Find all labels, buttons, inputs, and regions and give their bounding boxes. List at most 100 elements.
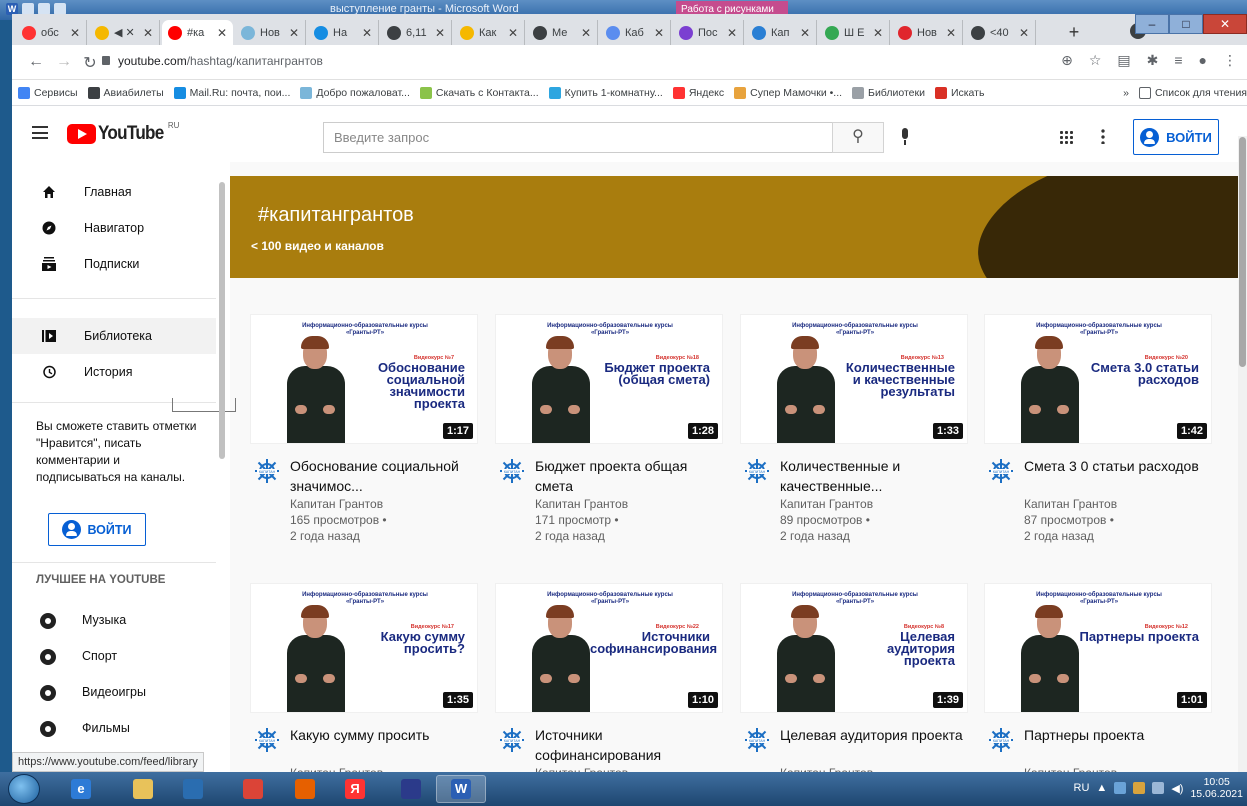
display-icon[interactable] [1152, 782, 1165, 794]
tab-close-icon[interactable]: ✕ [654, 26, 664, 40]
video-title[interactable]: Партнеры проекта [1024, 725, 1212, 765]
channel-name[interactable]: Капитан Грантов [1024, 765, 1212, 772]
chrome-menu-icon[interactable]: ⋮ [1223, 52, 1237, 69]
taskbar-item[interactable] [228, 775, 278, 803]
apps-grid-icon[interactable] [1059, 130, 1073, 144]
channel-helm-icon[interactable]: КАПИТАН [744, 727, 769, 752]
microphone-icon[interactable] [900, 128, 910, 146]
taskbar-item[interactable] [118, 775, 168, 803]
browser-tab[interactable]: <40 ✕ [965, 20, 1036, 45]
tab-close-icon[interactable]: ✕ [1019, 26, 1029, 40]
search-input[interactable]: Введите запрос [323, 122, 833, 153]
browser-tab[interactable]: Нов ✕ [235, 20, 306, 45]
profile-icon[interactable]: ● [1199, 52, 1207, 69]
browser-tab[interactable]: Каб ✕ [600, 20, 671, 45]
browser-tab[interactable]: Ме ✕ [527, 20, 598, 45]
channel-helm-icon[interactable]: КАПИТАН [499, 458, 524, 483]
video-thumbnail[interactable]: Информационно-образовательные курсы «Гра… [495, 314, 723, 444]
more-vertical-icon[interactable] [1101, 128, 1105, 144]
lock-icon[interactable] [102, 56, 110, 65]
channel-helm-icon[interactable]: КАПИТАН [988, 458, 1013, 483]
network-icon[interactable] [1114, 782, 1127, 794]
channel-helm-icon[interactable]: КАПИТАН [744, 458, 769, 483]
sidebar-item-trophy[interactable]: Спорт [12, 638, 216, 674]
close-window-button[interactable]: ✕ [1203, 14, 1247, 34]
browser-tab[interactable]: Кап ✕ [746, 20, 817, 45]
bookmark-item[interactable]: Скачать с Контакта... [419, 86, 539, 99]
video-thumbnail[interactable]: Информационно-образовательные курсы «Гра… [740, 583, 968, 713]
browser-tab[interactable]: Как ✕ [454, 20, 525, 45]
video-thumbnail[interactable]: Информационно-образовательные курсы «Гра… [250, 583, 478, 713]
start-button[interactable] [8, 774, 40, 804]
video-title[interactable]: Источники софинансирования [535, 725, 723, 765]
taskbar-item[interactable]: e [56, 775, 106, 803]
video-thumbnail[interactable]: Информационно-образовательные курсы «Гра… [984, 314, 1212, 444]
bookmark-item[interactable]: Авиабилеты [87, 86, 164, 99]
browser-tab[interactable]: обс ✕ [16, 20, 87, 45]
video-card[interactable]: Информационно-образовательные курсы «Гра… [250, 583, 478, 772]
bookmark-star-icon[interactable]: ☆ [1089, 52, 1102, 69]
channel-name[interactable]: Капитан Грантов [290, 765, 478, 772]
video-title[interactable]: Бюджет проекта общая смета [535, 456, 723, 496]
youtube-logo[interactable]: YouTube RU [67, 121, 179, 145]
volume-icon[interactable]: ◀) [1171, 782, 1183, 795]
video-card[interactable]: Информационно-образовательные курсы «Гра… [984, 583, 1212, 772]
bookmark-item[interactable]: Купить 1-комнатну... [548, 86, 663, 99]
bookmark-item[interactable]: Сервисы [18, 86, 78, 99]
channel-helm-icon[interactable]: КАПИТАН [254, 458, 279, 483]
browser-tab[interactable]: #ка ✕ [162, 20, 233, 45]
tab-close-icon[interactable]: ✕ [217, 26, 227, 40]
video-card[interactable]: Информационно-образовательные курсы «Гра… [495, 583, 723, 772]
sidebar-signin-button[interactable]: ВОЙТИ [48, 513, 146, 546]
sidebar-item-film[interactable]: Фильмы [12, 710, 216, 746]
channel-name[interactable]: Капитан Грантов [1024, 496, 1212, 512]
channel-name[interactable]: Капитан Грантов [535, 765, 723, 772]
bookmark-item[interactable]: Супер Мамочки •... [734, 86, 842, 99]
tab-close-icon[interactable]: ✕ [143, 26, 153, 40]
new-tab-button[interactable]: + [1064, 23, 1084, 41]
channel-helm-icon[interactable]: КАПИТАН [988, 727, 1013, 752]
sidebar-item-home[interactable]: Главная [12, 174, 216, 210]
tab-close-icon[interactable]: ✕ [70, 26, 80, 40]
video-title[interactable]: Смета 3 0 статьи расходов [1024, 456, 1212, 496]
bookmark-item[interactable]: Mail.Ru: почта, пои... [173, 86, 290, 99]
channel-name[interactable]: Капитан Грантов [535, 496, 723, 512]
tab-close-icon[interactable]: ✕ [800, 26, 810, 40]
video-card[interactable]: Информационно-образовательные курсы «Гра… [984, 314, 1212, 544]
video-title[interactable]: Обоснование социальной значимос... [290, 456, 478, 496]
scrollbar-thumb[interactable] [1239, 137, 1246, 367]
video-card[interactable]: Информационно-образовательные курсы «Гра… [250, 314, 478, 544]
maximize-button[interactable]: □ [1169, 14, 1203, 34]
sidebar-item-compass[interactable]: Навигатор [12, 210, 216, 246]
signin-button[interactable]: ВОЙТИ [1133, 119, 1219, 155]
bookmark-item[interactable]: Искать [934, 86, 984, 99]
bookmarks-overflow[interactable]: » [1123, 87, 1129, 99]
browser-tab[interactable]: ◀ ✕ ✕ [89, 20, 160, 45]
channel-name[interactable]: Капитан Грантов [290, 496, 478, 512]
sidebar-item-music[interactable]: Музыка [12, 602, 216, 638]
browser-tab[interactable]: 6,11 ✕ [381, 20, 452, 45]
taskbar-item[interactable] [280, 775, 330, 803]
tab-close-icon[interactable]: ✕ [435, 26, 445, 40]
browser-tab[interactable]: На ✕ [308, 20, 379, 45]
channel-name[interactable]: Капитан Грантов [780, 496, 968, 512]
taskbar-item[interactable] [386, 775, 436, 803]
taskbar-item[interactable] [168, 775, 218, 803]
tab-close-icon[interactable]: ✕ [289, 26, 299, 40]
video-title[interactable]: Целевая аудитория проекта [780, 725, 968, 765]
bookmark-item[interactable]: Добро пожаловат... [300, 86, 410, 99]
tray-expand-icon[interactable]: ▲ [1096, 782, 1107, 794]
taskbar-item[interactable]: W [436, 775, 486, 803]
tab-close-icon[interactable]: ✕ [946, 26, 956, 40]
video-card[interactable]: Информационно-образовательные курсы «Гра… [495, 314, 723, 544]
reading-list-button[interactable]: Список для чтения [1138, 86, 1247, 99]
search-button[interactable]: ⚲ [832, 122, 884, 153]
sidebar-item-history[interactable]: История [12, 354, 216, 390]
flag-icon[interactable] [1133, 782, 1146, 794]
bookmark-item[interactable]: Яндекс [672, 86, 724, 99]
tab-close-icon[interactable]: ✕ [362, 26, 372, 40]
bookmark-item[interactable]: Библиотеки [852, 86, 925, 99]
sidebar-scrollbar[interactable] [219, 182, 225, 459]
video-thumbnail[interactable]: Информационно-образовательные курсы «Гра… [495, 583, 723, 713]
video-title[interactable]: Какую сумму просить [290, 725, 478, 765]
